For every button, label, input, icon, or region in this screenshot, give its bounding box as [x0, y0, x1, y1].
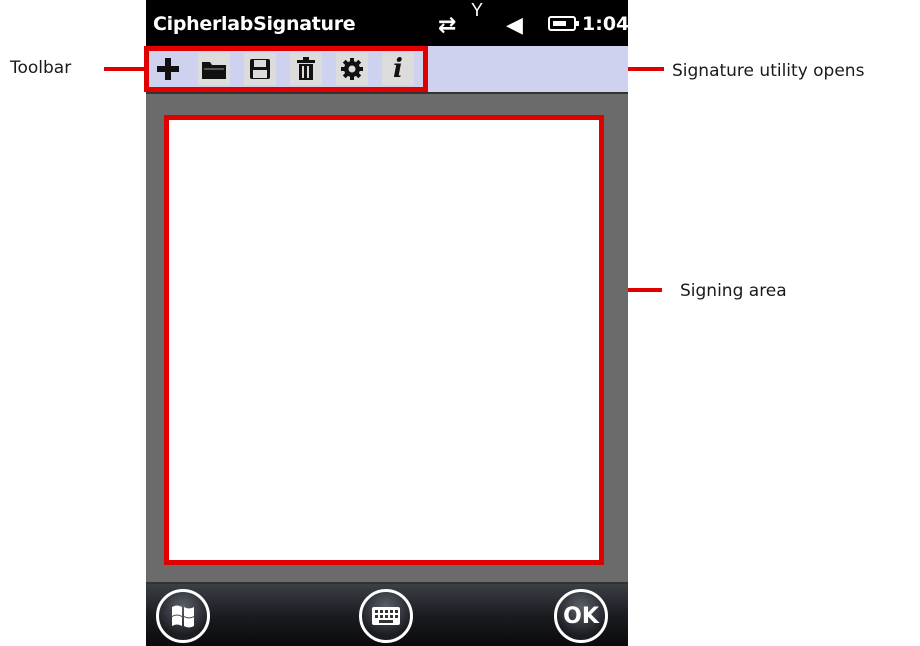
utility-callout-label: Signature utility opens — [672, 61, 865, 81]
battery-icon[interactable] — [548, 16, 579, 31]
ok-label: OK — [563, 603, 599, 629]
toolbar-callout-line — [104, 67, 148, 71]
canvas-frame — [146, 92, 628, 584]
windows-start-icon — [172, 605, 194, 628]
device-screen: CipherlabSignature ⇄ Y ◀ 1:04 i OK — [144, 0, 629, 646]
clock[interactable]: 1:04 — [582, 13, 629, 35]
data-sync-icon: ⇄ — [438, 12, 457, 37]
signal-icon: Y — [471, 0, 484, 20]
softkey-bar: OK — [146, 584, 628, 646]
toolbar-highlight — [144, 46, 428, 92]
keyboard-button[interactable] — [359, 589, 413, 643]
utility-callout-line — [624, 67, 664, 71]
app-title: CipherlabSignature — [153, 13, 356, 35]
signing-callout-label: Signing area — [680, 281, 787, 301]
ok-button[interactable]: OK — [554, 589, 608, 643]
toolbar: i — [144, 46, 628, 92]
signing-area[interactable] — [164, 115, 604, 565]
toolbar-callout-label: Toolbar — [10, 58, 72, 78]
start-button[interactable] — [156, 589, 210, 643]
status-bar: CipherlabSignature ⇄ Y ◀ 1:04 — [146, 0, 629, 46]
speaker-icon[interactable]: ◀ — [506, 12, 523, 38]
keyboard-icon — [372, 607, 400, 625]
